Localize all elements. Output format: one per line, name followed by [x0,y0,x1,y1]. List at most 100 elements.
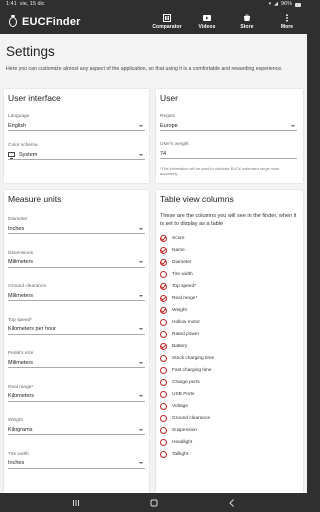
unchecked-circle-icon[interactable] [160,354,167,362]
unit-select[interactable]: Dimensions Milimeters [8,251,145,268]
battery-icon [295,2,301,7]
system-nav-bar [0,493,307,512]
column-option[interactable]: Top speed* [160,280,297,292]
column-option[interactable]: Fast charging time [160,364,297,376]
app-name: EUCFinder [22,15,81,28]
column-option-label: Taillight [172,451,188,457]
unit-select[interactable]: Top speed* Kilometers per hour [8,318,145,335]
table-columns-title: Table view columns [160,194,234,204]
monitor-icon [8,152,15,159]
column-option[interactable]: Rated power [160,328,297,340]
column-option[interactable]: Voltage [160,400,297,412]
checked-circle-icon[interactable] [160,342,167,350]
unit-value: Milimeters [8,359,34,366]
nav-store-button[interactable]: Store [227,9,267,34]
chevron-down-icon [139,462,143,464]
column-option[interactable]: Charge ports [160,376,297,388]
column-option[interactable]: Score [160,232,297,244]
unit-value: Milimeters [8,259,34,265]
unit-label: Real range* [8,384,34,390]
checked-circle-icon[interactable] [160,282,167,290]
settings-content[interactable]: Settings Here you can customize almost a… [0,34,307,493]
unchecked-circle-icon[interactable] [160,426,167,434]
unit-select[interactable]: Diameter Inches [8,217,145,234]
app-bar: EUCFinder Comparator Videos Store More [0,9,307,34]
column-option-label: Ground clearance [172,415,211,421]
chevron-down-icon [139,124,143,127]
column-option[interactable]: Name [160,244,297,256]
unchecked-circle-icon[interactable] [160,366,167,374]
checked-circle-icon[interactable] [160,234,167,242]
unit-select[interactable]: Ground clearance Milimeters [8,284,145,301]
region-label: Region [160,114,176,119]
back-icon [228,498,234,507]
column-option[interactable]: Headlight [160,436,297,448]
region-value: Europe [160,122,178,129]
status-date: vie, 15 dic [19,1,45,7]
column-option[interactable]: Real range* [160,292,297,304]
unit-select[interactable]: Weight Kilograms [8,418,145,435]
unchecked-circle-icon[interactable] [160,330,167,338]
more-vert-icon [283,13,291,22]
nav-videos-label: Videos [198,23,216,30]
column-option-label: Rated power [172,331,200,337]
column-option[interactable]: Stock charging time [160,352,297,364]
column-option[interactable]: Weight [160,304,297,316]
unit-label: Pedal's size [8,351,34,356]
color-scheme-select[interactable]: Color schema System [8,143,145,160]
unit-value: Kilograms [8,426,33,433]
language-select[interactable]: Language English [8,114,145,131]
recent-apps-icon [72,499,79,506]
status-bar: 1:41 vie, 15 dic ▾ ◢ 96% [0,0,307,9]
unit-select[interactable]: Pedal's size Milimeters [8,351,145,368]
region-select[interactable]: Region Europe [160,114,297,131]
column-option-label: Voltage [172,403,189,409]
unchecked-circle-icon[interactable] [160,450,167,458]
unit-value: Inches [8,225,25,232]
user-interface-title: User interface [8,93,61,103]
checked-circle-icon[interactable] [160,258,167,266]
unchecked-circle-icon[interactable] [160,390,167,398]
unchecked-circle-icon[interactable] [160,402,167,410]
column-option[interactable]: Tire width [160,268,297,280]
column-option-label: Score [172,235,185,241]
nav-comparator-button[interactable]: Comparator [147,9,187,34]
nav-more-button[interactable]: More [267,9,307,34]
column-option[interactable]: USB Ports [160,388,297,400]
unit-select[interactable]: Real range* Kilometers [8,385,145,402]
app-logo[interactable]: EUCFinder [0,15,81,28]
column-option[interactable]: Suspension [160,424,297,436]
chevron-down-icon [139,153,143,156]
user-weight-value: 74 [160,150,167,157]
unchecked-circle-icon[interactable] [160,270,167,278]
column-option[interactable]: Ground clearance [160,412,297,424]
user-weight-field[interactable]: User's weight 74 [160,142,297,159]
checked-circle-icon[interactable] [160,306,167,314]
column-option-label: Battery [172,343,188,349]
recent-apps-button[interactable] [71,498,81,508]
unit-label: Dimensions [8,250,34,256]
nav-videos-button[interactable]: Videos [187,9,227,34]
unchecked-circle-icon[interactable] [160,378,167,386]
column-option-label: Suspension [172,427,198,433]
column-option-label: Diameter [172,259,192,265]
column-option[interactable]: Taillight [160,448,297,460]
unit-value: Kilometers [8,393,34,399]
unit-select[interactable]: Tire width Inches [8,452,145,469]
column-option[interactable]: Battery [160,340,297,352]
column-option-label: Real range* [172,295,198,301]
back-button[interactable] [227,498,237,508]
checked-circle-icon[interactable] [160,246,167,254]
column-option[interactable]: Hollow motor [160,316,297,328]
unit-label: Ground clearance [8,284,47,289]
chevron-down-icon [139,227,143,230]
unit-value: Inches [8,460,25,466]
unchecked-circle-icon[interactable] [160,438,167,446]
checked-circle-icon[interactable] [160,294,167,302]
language-value: English [8,122,27,129]
column-option[interactable]: Diameter [160,256,297,268]
home-button[interactable] [149,498,159,508]
unchecked-circle-icon[interactable] [160,318,167,326]
unit-label: Diameter [8,217,28,222]
unchecked-circle-icon[interactable] [160,414,167,422]
